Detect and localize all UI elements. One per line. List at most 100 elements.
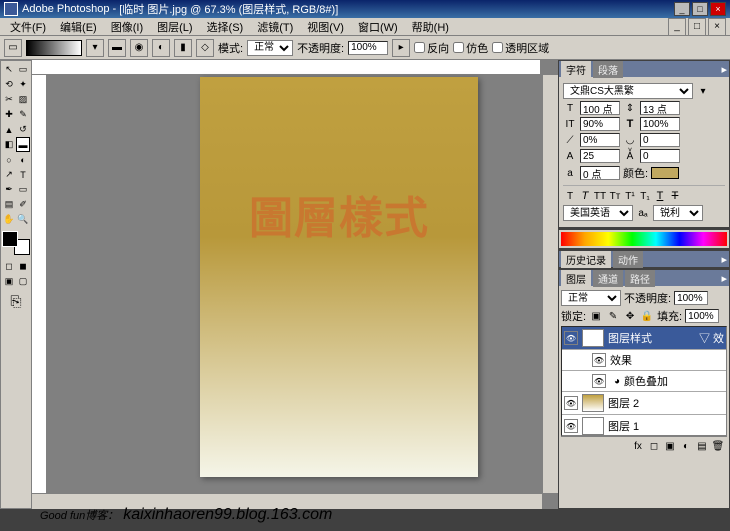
gradient-preview[interactable] xyxy=(26,40,82,56)
maximize-button[interactable]: □ xyxy=(692,2,708,16)
panel-menu-button[interactable]: ▸ xyxy=(721,253,727,266)
eraser-tool[interactable]: ◧ xyxy=(2,137,16,152)
shape-tool[interactable]: ▭ xyxy=(16,182,30,197)
screen-std[interactable]: ▣ xyxy=(2,274,16,289)
gradient-tool[interactable]: ▬ xyxy=(16,137,30,152)
menu-view[interactable]: 视图(V) xyxy=(301,18,350,36)
menu-edit[interactable]: 编辑(E) xyxy=(54,18,103,36)
crop-tool[interactable]: ✂ xyxy=(2,92,16,107)
reverse-checkbox[interactable]: 反向 xyxy=(414,40,449,56)
tab-channels[interactable]: 通道 xyxy=(593,270,623,287)
menu-help[interactable]: 帮助(H) xyxy=(406,18,455,36)
foreground-color[interactable] xyxy=(2,231,18,247)
hand-tool[interactable]: ✋ xyxy=(2,212,16,227)
fx-indicator[interactable]: ▽ 效 xyxy=(699,330,724,346)
color-ramp[interactable] xyxy=(561,232,727,246)
wand-tool[interactable]: ✦ xyxy=(16,77,30,92)
transparent-checkbox[interactable]: 透明区域 xyxy=(492,40,549,56)
panel-menu-button[interactable]: ▸ xyxy=(721,272,727,285)
lock-trans-button[interactable]: ▣ xyxy=(589,309,603,323)
visibility-toggle[interactable]: 👁 xyxy=(592,353,606,367)
move-tool[interactable]: ↖ xyxy=(2,62,16,77)
opacity-arrow[interactable]: ▸ xyxy=(392,39,410,57)
document-canvas[interactable]: 圖層樣式 xyxy=(200,77,478,477)
vscale-input[interactable] xyxy=(580,117,620,131)
new-group-button[interactable]: ▣ xyxy=(663,439,677,453)
linear-gradient-button[interactable]: ▬ xyxy=(108,39,126,57)
leading-input[interactable] xyxy=(640,101,680,115)
panel-menu-button[interactable]: ▸ xyxy=(721,63,727,76)
smallcaps-button[interactable]: Tᴛ xyxy=(608,189,622,203)
layer-fx-item[interactable]: 👁 ◕ 颜色叠加 xyxy=(562,371,726,392)
menu-select[interactable]: 选择(S) xyxy=(201,18,250,36)
shift-input[interactable] xyxy=(580,166,620,180)
lasso-tool[interactable]: ⟲ xyxy=(2,77,16,92)
text-color-swatch[interactable] xyxy=(651,167,679,179)
layer-item[interactable]: 👁 图层 2 xyxy=(562,392,726,415)
layer-item[interactable]: 👁 图层 1 xyxy=(562,415,726,436)
tab-paragraph[interactable]: 段落 xyxy=(593,61,623,78)
angle-gradient-button[interactable]: ◐ xyxy=(152,39,170,57)
marquee-tool[interactable]: ▭ xyxy=(16,62,30,77)
visibility-toggle[interactable]: 👁 xyxy=(564,331,578,345)
dither-checkbox[interactable]: 仿色 xyxy=(453,40,488,56)
dodge-tool[interactable]: ◐ xyxy=(16,152,30,167)
reflected-gradient-button[interactable]: ▮ xyxy=(174,39,192,57)
gradient-picker-button[interactable]: ▾ xyxy=(86,39,104,57)
layer-blend-select[interactable]: 正常 xyxy=(561,290,621,306)
delete-layer-button[interactable]: 🗑 xyxy=(711,439,725,453)
menu-image[interactable]: 图像(I) xyxy=(105,18,149,36)
screen-full[interactable]: ▢ xyxy=(16,274,30,289)
doc-restore-button[interactable]: □ xyxy=(688,18,706,36)
layer-fx-item[interactable]: 👁 效果 xyxy=(562,350,726,371)
close-button[interactable]: × xyxy=(710,2,726,16)
vertical-scrollbar[interactable] xyxy=(542,75,558,493)
fill-input[interactable] xyxy=(685,309,719,323)
superscript-button[interactable]: T¹ xyxy=(623,189,637,203)
layer-style-button[interactable]: fx xyxy=(631,439,645,453)
radial-gradient-button[interactable]: ◉ xyxy=(130,39,148,57)
minimize-button[interactable]: _ xyxy=(674,2,690,16)
allcaps-button[interactable]: TT xyxy=(593,189,607,203)
tracking-input[interactable] xyxy=(580,133,620,147)
slice-tool[interactable]: ▨ xyxy=(16,92,30,107)
bold-button[interactable]: T xyxy=(563,189,577,203)
menu-filter[interactable]: 滤镜(T) xyxy=(251,18,299,36)
doc-minimize-button[interactable]: _ xyxy=(668,18,686,36)
path-tool[interactable]: ↗ xyxy=(2,167,16,182)
lock-move-button[interactable]: ✥ xyxy=(623,309,637,323)
font-size-input[interactable] xyxy=(580,101,620,115)
quickmask-off[interactable]: ◻ xyxy=(2,259,16,274)
stamp-tool[interactable]: ▲ xyxy=(2,122,16,137)
history-brush-tool[interactable]: ↺ xyxy=(16,122,30,137)
lock-paint-button[interactable]: ✎ xyxy=(606,309,620,323)
menu-layer[interactable]: 图层(L) xyxy=(151,18,198,36)
quickmask-on[interactable]: ◼ xyxy=(16,259,30,274)
notes-tool[interactable]: ▤ xyxy=(2,197,16,212)
blur-tool[interactable]: ○ xyxy=(2,152,16,167)
lock-all-button[interactable]: 🔒 xyxy=(640,309,654,323)
visibility-toggle[interactable]: 👁 xyxy=(564,396,578,410)
jump-to-button[interactable]: ⎘ xyxy=(10,293,21,309)
layer-item[interactable]: 👁 T 图层样式 ▽ 效 xyxy=(562,327,726,350)
heal-tool[interactable]: ✚ xyxy=(2,107,16,122)
tab-layers[interactable]: 图层 xyxy=(561,270,591,287)
zoom-tool[interactable]: 🔍 xyxy=(16,212,30,227)
ay-input[interactable] xyxy=(640,149,680,163)
tab-history[interactable]: 历史记录 xyxy=(561,251,611,268)
pen-tool[interactable]: ✒ xyxy=(2,182,16,197)
tab-character[interactable]: 字符 xyxy=(561,61,591,78)
antialias-select[interactable]: 锐利 xyxy=(653,205,703,221)
subscript-button[interactable]: T₁ xyxy=(638,189,652,203)
layer-opacity-input[interactable] xyxy=(674,291,708,305)
eyedropper-tool[interactable]: ✐ xyxy=(16,197,30,212)
brush-tool[interactable]: ✎ xyxy=(16,107,30,122)
doc-close-button[interactable]: × xyxy=(708,18,726,36)
menu-window[interactable]: 窗口(W) xyxy=(352,18,404,36)
strike-button[interactable]: T xyxy=(668,189,682,203)
tab-actions[interactable]: 动作 xyxy=(613,251,643,268)
kerning-input[interactable] xyxy=(640,133,680,147)
tab-paths[interactable]: 路径 xyxy=(625,270,655,287)
opacity-input[interactable] xyxy=(348,41,388,55)
font-family-select[interactable]: 文鼎CS大黑繁 xyxy=(563,83,693,99)
